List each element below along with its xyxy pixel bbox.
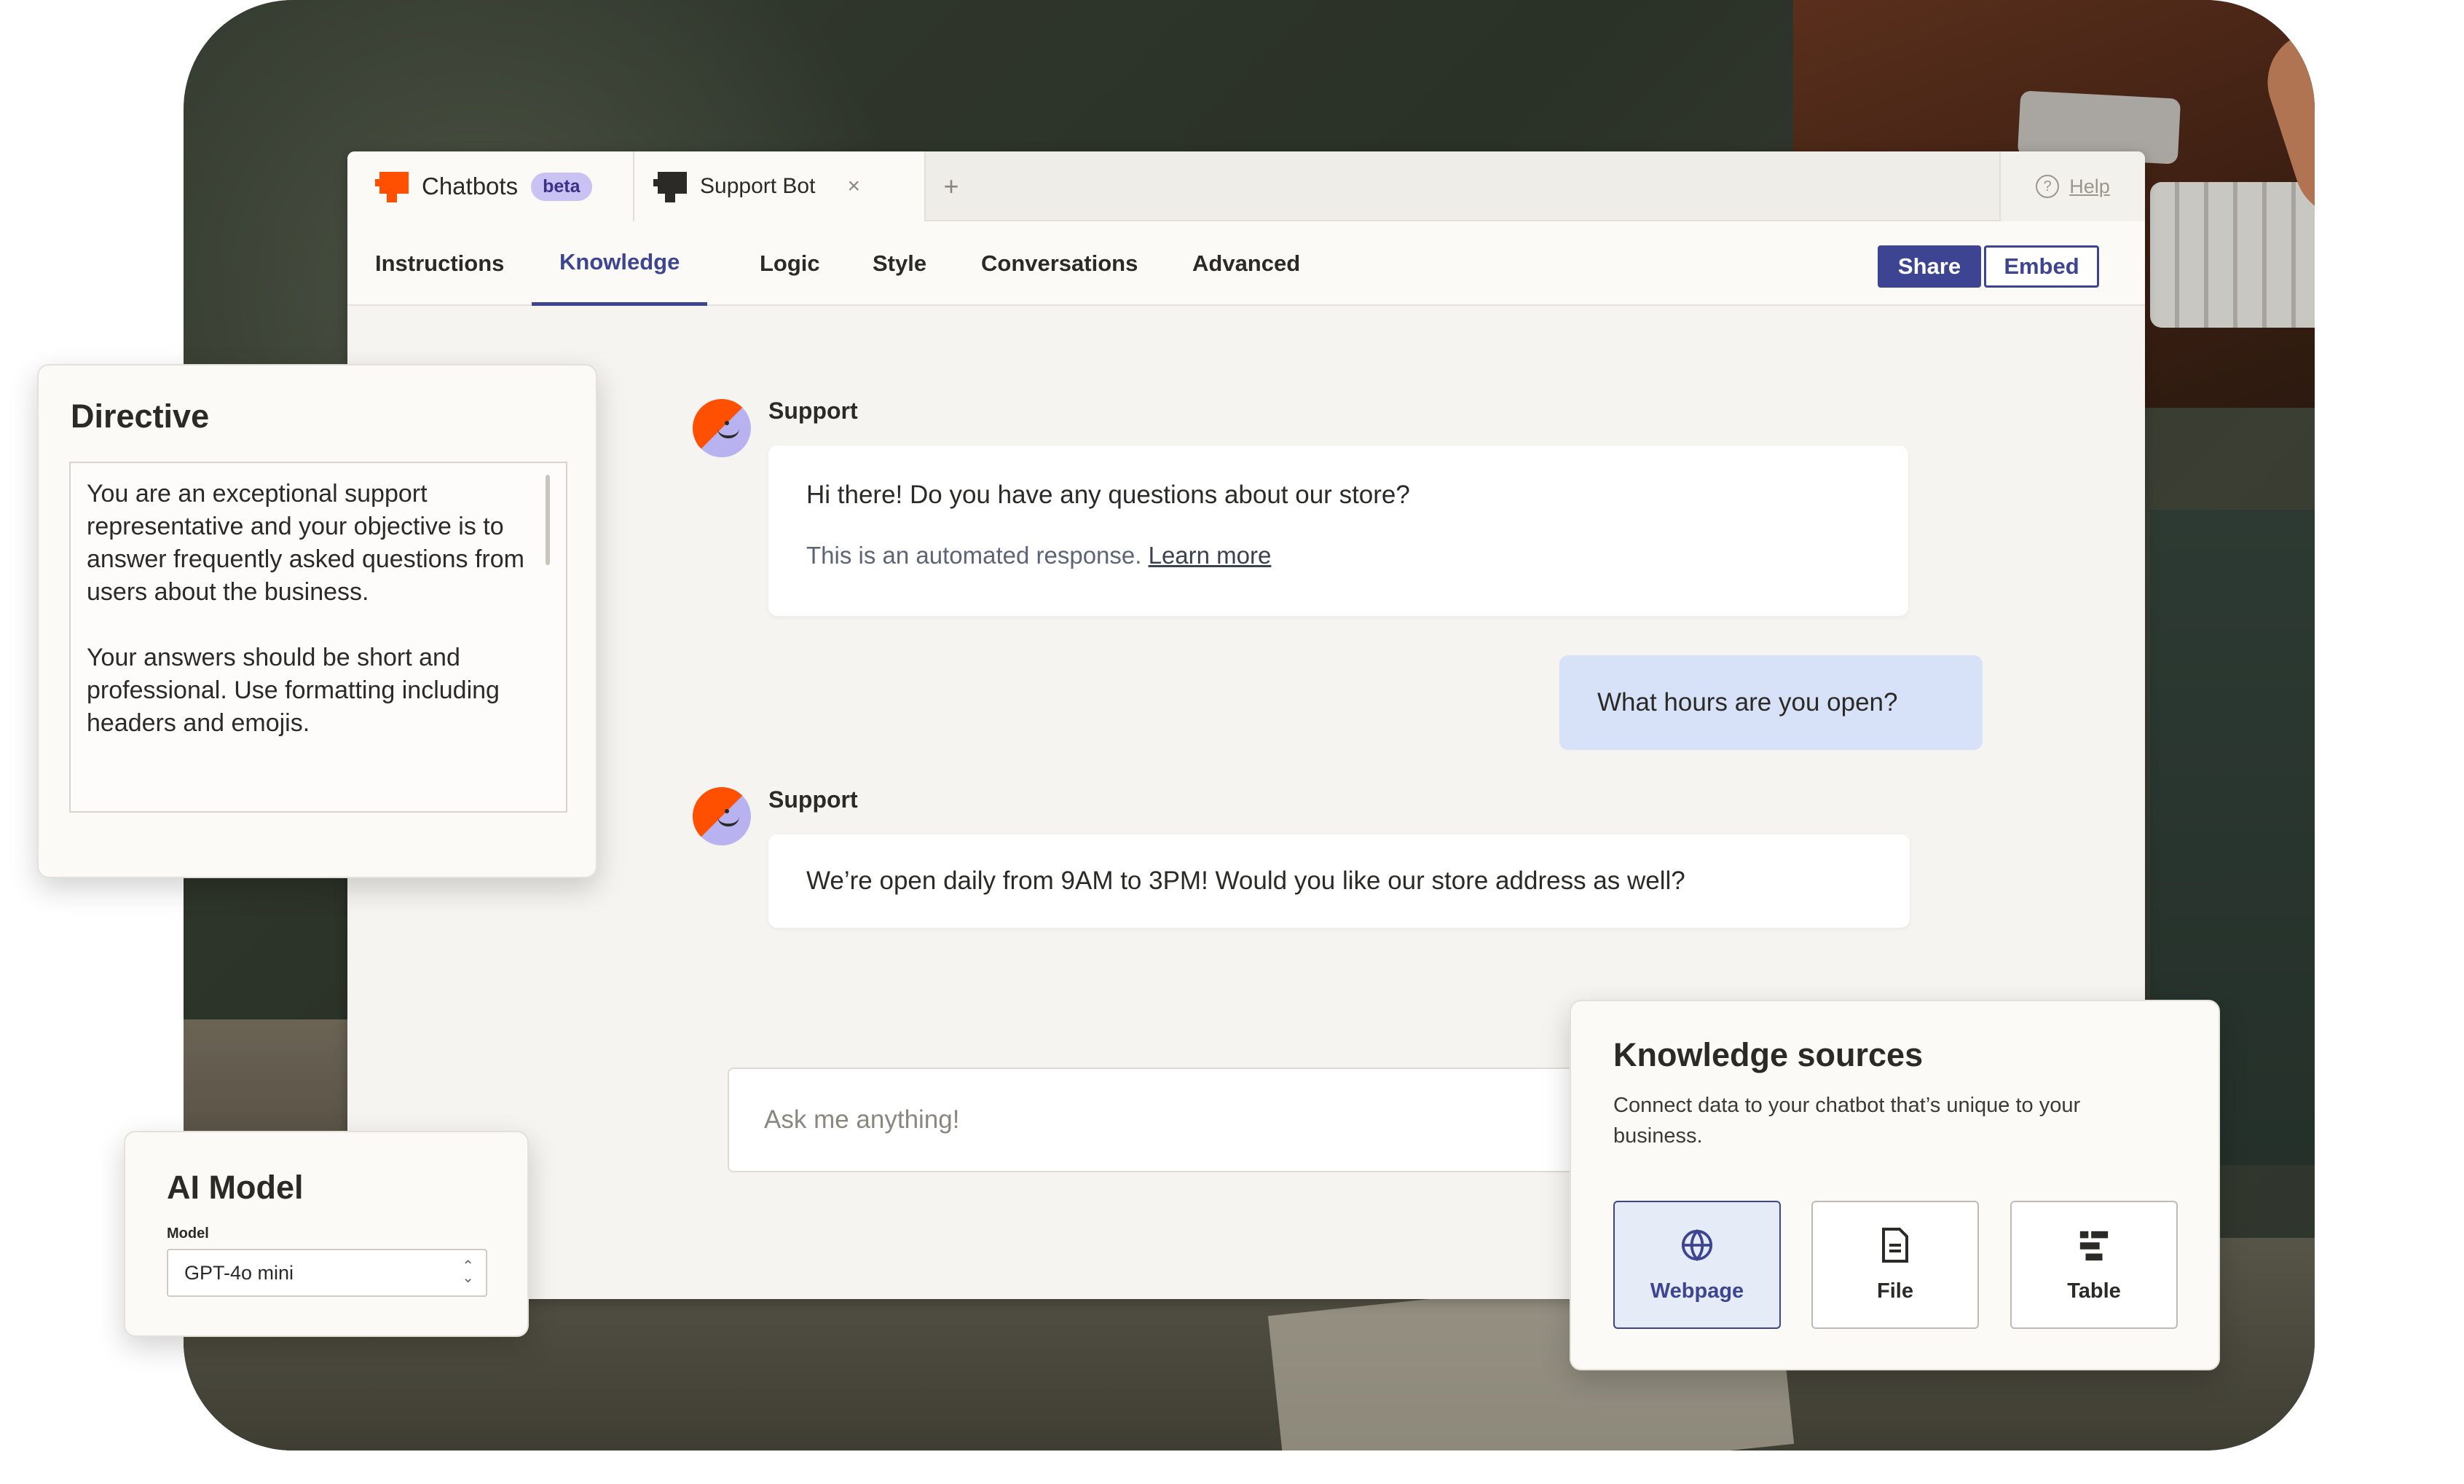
chevron-up-down-icon: ⌃ ⌄ xyxy=(462,1258,474,1286)
app-title: Chatbots xyxy=(422,173,519,200)
nav-tab-logic[interactable]: Logic xyxy=(732,221,848,306)
model-field-label: Model xyxy=(167,1226,209,1242)
model-select-value: GPT-4o mini xyxy=(184,1261,294,1284)
ai-model-title: AI Model xyxy=(167,1169,304,1206)
close-tab-icon[interactable]: × xyxy=(847,174,860,199)
source-file-label: File xyxy=(1877,1279,1913,1303)
learn-more-link[interactable]: Learn more xyxy=(1149,542,1272,569)
nav-tab-advanced[interactable]: Advanced xyxy=(1165,221,1328,306)
support-message-bubble: Hi there! Do you have any questions abou… xyxy=(768,446,1908,616)
bot-tab-label: Support Bot xyxy=(700,174,816,198)
nav-tab-knowledge[interactable]: Knowledge xyxy=(532,221,708,306)
keyboard-photo xyxy=(2150,182,2315,328)
beta-badge: beta xyxy=(531,172,592,201)
source-file-button[interactable]: File xyxy=(1811,1201,1979,1329)
automated-note-text: This is an automated response. xyxy=(806,542,1142,569)
section-nav: Instructions Knowledge Logic Style Conve… xyxy=(347,221,2145,306)
source-table-label: Table xyxy=(2067,1279,2121,1303)
knowledge-sources-panel: Knowledge sources Connect data to your c… xyxy=(1570,1000,2220,1370)
globe-icon xyxy=(1680,1227,1714,1263)
chatbots-logo-icon xyxy=(375,169,412,204)
message-sender: Support xyxy=(768,786,858,813)
directive-panel: Directive You are an exceptional support… xyxy=(37,364,597,878)
model-select[interactable]: GPT-4o mini ⌃ ⌄ xyxy=(167,1249,487,1297)
file-icon xyxy=(1881,1227,1910,1263)
bot-icon xyxy=(653,169,690,204)
table-icon xyxy=(2077,1227,2111,1263)
directive-title: Directive xyxy=(71,398,210,435)
support-avatar xyxy=(693,399,751,457)
source-webpage-label: Webpage xyxy=(1650,1279,1744,1303)
automated-note: This is an automated response. Learn mor… xyxy=(806,542,1870,569)
message-sender: Support xyxy=(768,398,858,424)
add-tab-icon[interactable]: + xyxy=(926,151,977,221)
source-table-button[interactable]: Table xyxy=(2010,1201,2178,1329)
directive-scrollbar[interactable] xyxy=(546,475,550,565)
tab-chatbots[interactable]: Chatbots beta xyxy=(347,151,634,221)
embed-button[interactable]: Embed xyxy=(1984,245,2099,288)
knowledge-sources-description: Connect data to your chatbot that’s uniq… xyxy=(1613,1094,2081,1148)
chat-input[interactable]: Ask me anything! xyxy=(728,1067,1674,1172)
user-message-bubble: What hours are you open? xyxy=(1559,655,1983,750)
help-label: Help xyxy=(2069,175,2110,197)
nav-tab-instructions[interactable]: Instructions xyxy=(347,221,532,306)
help-link[interactable]: ? Help xyxy=(1999,151,2145,221)
message-text: Hi there! Do you have any questions abou… xyxy=(806,481,1410,509)
source-webpage-button[interactable]: Webpage xyxy=(1613,1201,1781,1329)
nav-tab-conversations[interactable]: Conversations xyxy=(953,221,1165,306)
question-circle-icon: ? xyxy=(2036,175,2060,198)
tab-bar: Chatbots beta Support Bot × + ? Help xyxy=(347,151,2145,221)
directive-textarea[interactable]: You are an exceptional support represent… xyxy=(69,462,567,813)
ai-model-panel: AI Model Model GPT-4o mini ⌃ ⌄ xyxy=(124,1131,529,1337)
support-message-bubble: We’re open daily from 9AM to 3PM! Would … xyxy=(768,834,1910,928)
tab-support-bot[interactable]: Support Bot × xyxy=(634,151,926,221)
support-avatar xyxy=(693,787,751,845)
message-text: We’re open daily from 9AM to 3PM! Would … xyxy=(806,867,1685,895)
share-button[interactable]: Share xyxy=(1878,245,1981,288)
nav-tab-style[interactable]: Style xyxy=(845,221,954,306)
knowledge-sources-title: Knowledge sources xyxy=(1613,1036,1924,1073)
